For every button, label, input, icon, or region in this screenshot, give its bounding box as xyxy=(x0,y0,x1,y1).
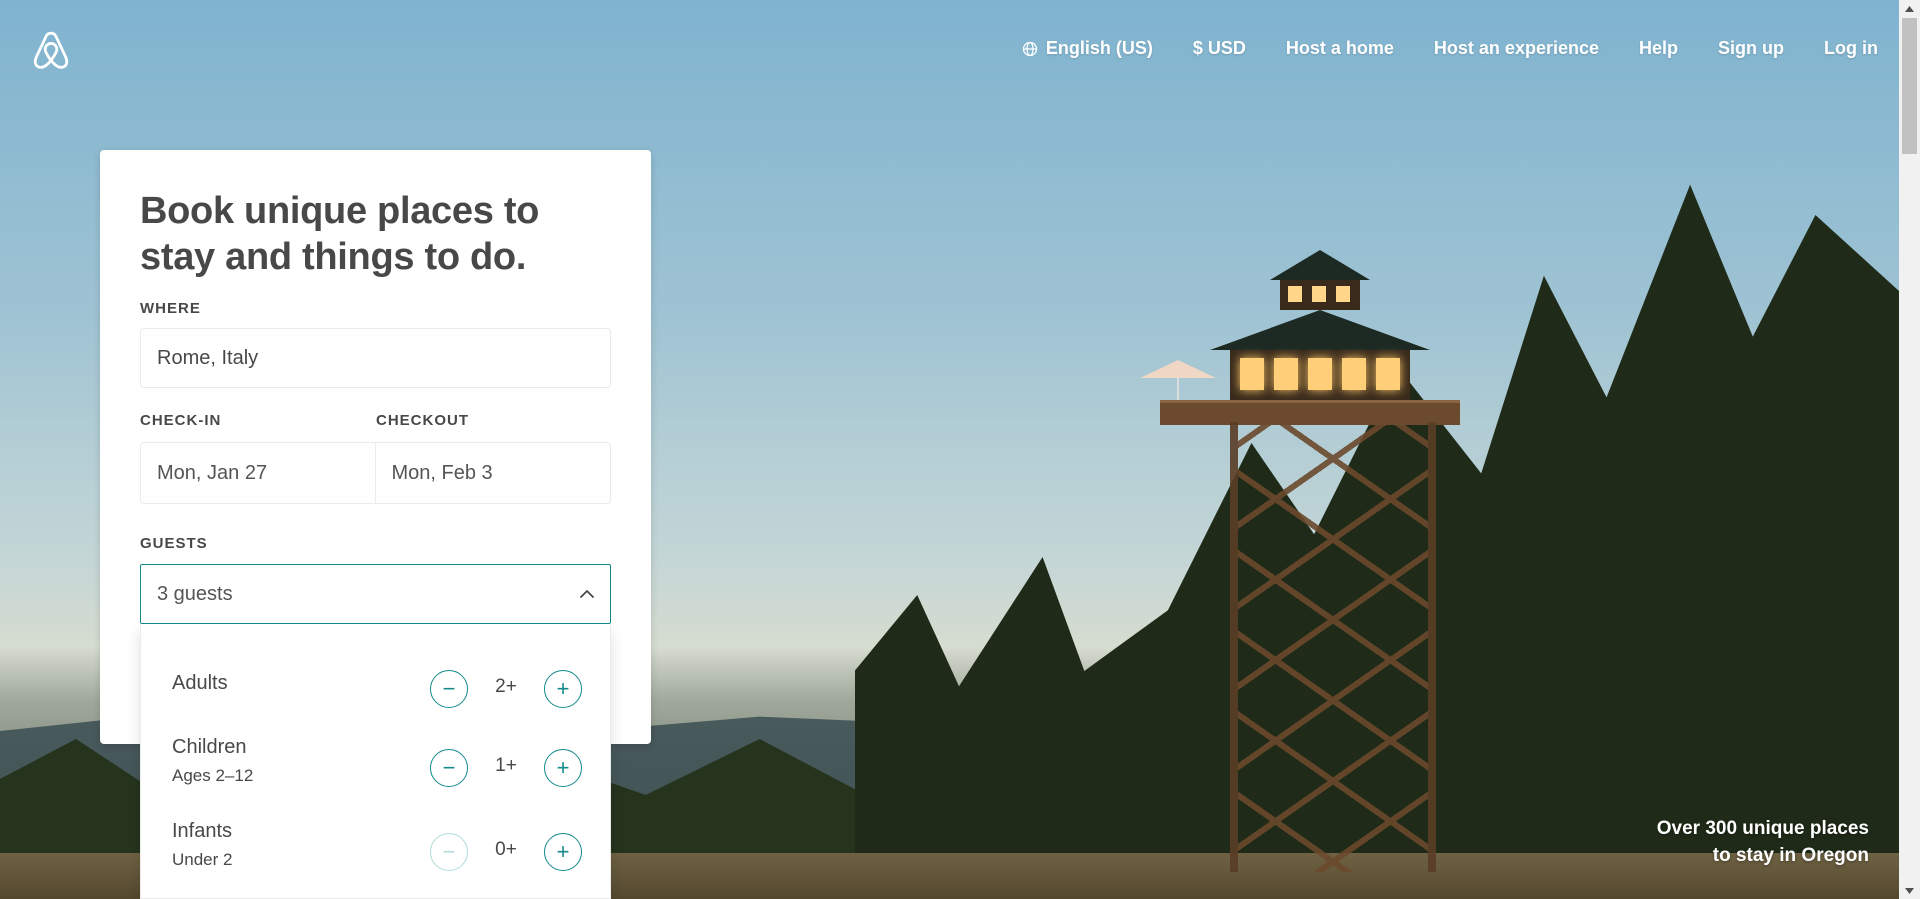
help-link[interactable]: Help xyxy=(1639,38,1678,59)
nav-links: English (US) $ USD Host a home Host an e… xyxy=(1022,38,1878,59)
globe-icon xyxy=(1022,41,1038,56)
scroll-down-arrow-icon[interactable] xyxy=(1899,882,1920,899)
infants-stepper: − 0+ + xyxy=(430,833,582,875)
checkin-label: CHECK-IN xyxy=(140,412,222,429)
checkout-label: CHECKOUT xyxy=(376,412,469,429)
card-title: Book unique places to stay and things to… xyxy=(140,190,540,278)
date-range-input: Mon, Jan 27 Mon, Feb 3 xyxy=(140,442,611,504)
tower-roof xyxy=(1210,310,1430,350)
scroll-up-arrow-icon[interactable] xyxy=(1899,0,1920,17)
guests-selector[interactable]: 3 guests xyxy=(140,564,611,624)
guests-label: GUESTS xyxy=(140,535,208,552)
language-label: English (US) xyxy=(1045,38,1153,58)
infants-label: Infants xyxy=(172,820,233,842)
children-increment-button[interactable]: + xyxy=(544,749,582,787)
adults-increment-button[interactable]: + xyxy=(544,670,582,708)
tower-legs xyxy=(1230,422,1436,872)
language-selector[interactable]: English (US) xyxy=(1022,38,1153,59)
host-experience-link[interactable]: Host an experience xyxy=(1434,38,1599,59)
adults-label: Adults xyxy=(172,672,228,694)
login-link[interactable]: Log in xyxy=(1824,38,1878,59)
children-sublabel: Ages 2–12 xyxy=(172,766,254,785)
umbrella xyxy=(1140,360,1216,378)
children-label: Children xyxy=(172,736,247,758)
guests-value: 3 guests xyxy=(157,582,233,605)
guests-dropdown: Adults − 2+ + Children Ages 2–12 − 1+ + … xyxy=(140,624,611,899)
adults-stepper: − 2+ + xyxy=(430,670,582,712)
infants-increment-button[interactable]: + xyxy=(544,833,582,871)
children-stepper: − 1+ + xyxy=(430,749,582,791)
page-scrollbar[interactable] xyxy=(1899,0,1920,899)
tower-cupola xyxy=(1280,280,1360,310)
caption-line-2: to stay in Oregon xyxy=(1712,845,1869,866)
guest-row-children: Children Ages 2–12 − 1+ + xyxy=(172,736,582,796)
where-input[interactable]: Rome, Italy xyxy=(140,328,611,388)
signup-link[interactable]: Sign up xyxy=(1718,38,1784,59)
checkout-input[interactable]: Mon, Feb 3 xyxy=(376,443,611,503)
host-home-link[interactable]: Host a home xyxy=(1286,38,1394,59)
fire-lookout-tower xyxy=(1140,250,1480,890)
tower-roof-top xyxy=(1270,250,1370,280)
airbnb-logo-icon[interactable] xyxy=(32,30,70,72)
checkin-value: Mon, Jan 27 xyxy=(157,461,268,484)
where-value: Rome, Italy xyxy=(157,346,259,369)
guest-row-adults: Adults − 2+ + xyxy=(172,670,582,732)
caption-line-1: Over 300 unique places xyxy=(1656,818,1869,839)
scrollbar-thumb[interactable] xyxy=(1902,18,1917,154)
tower-cabin xyxy=(1230,350,1410,400)
hero-caption: Over 300 unique places to stay in Oregon xyxy=(1657,815,1869,869)
infants-sublabel: Under 2 xyxy=(172,850,233,869)
chevron-up-icon xyxy=(580,590,594,598)
where-label: WHERE xyxy=(140,300,201,317)
guest-row-infants: Infants Under 2 − 0+ + xyxy=(172,820,582,880)
checkin-input[interactable]: Mon, Jan 27 xyxy=(141,443,376,503)
top-navigation: English (US) $ USD Host a home Host an e… xyxy=(0,0,1899,100)
currency-selector[interactable]: $ USD xyxy=(1193,38,1246,59)
checkout-value: Mon, Feb 3 xyxy=(391,461,493,484)
